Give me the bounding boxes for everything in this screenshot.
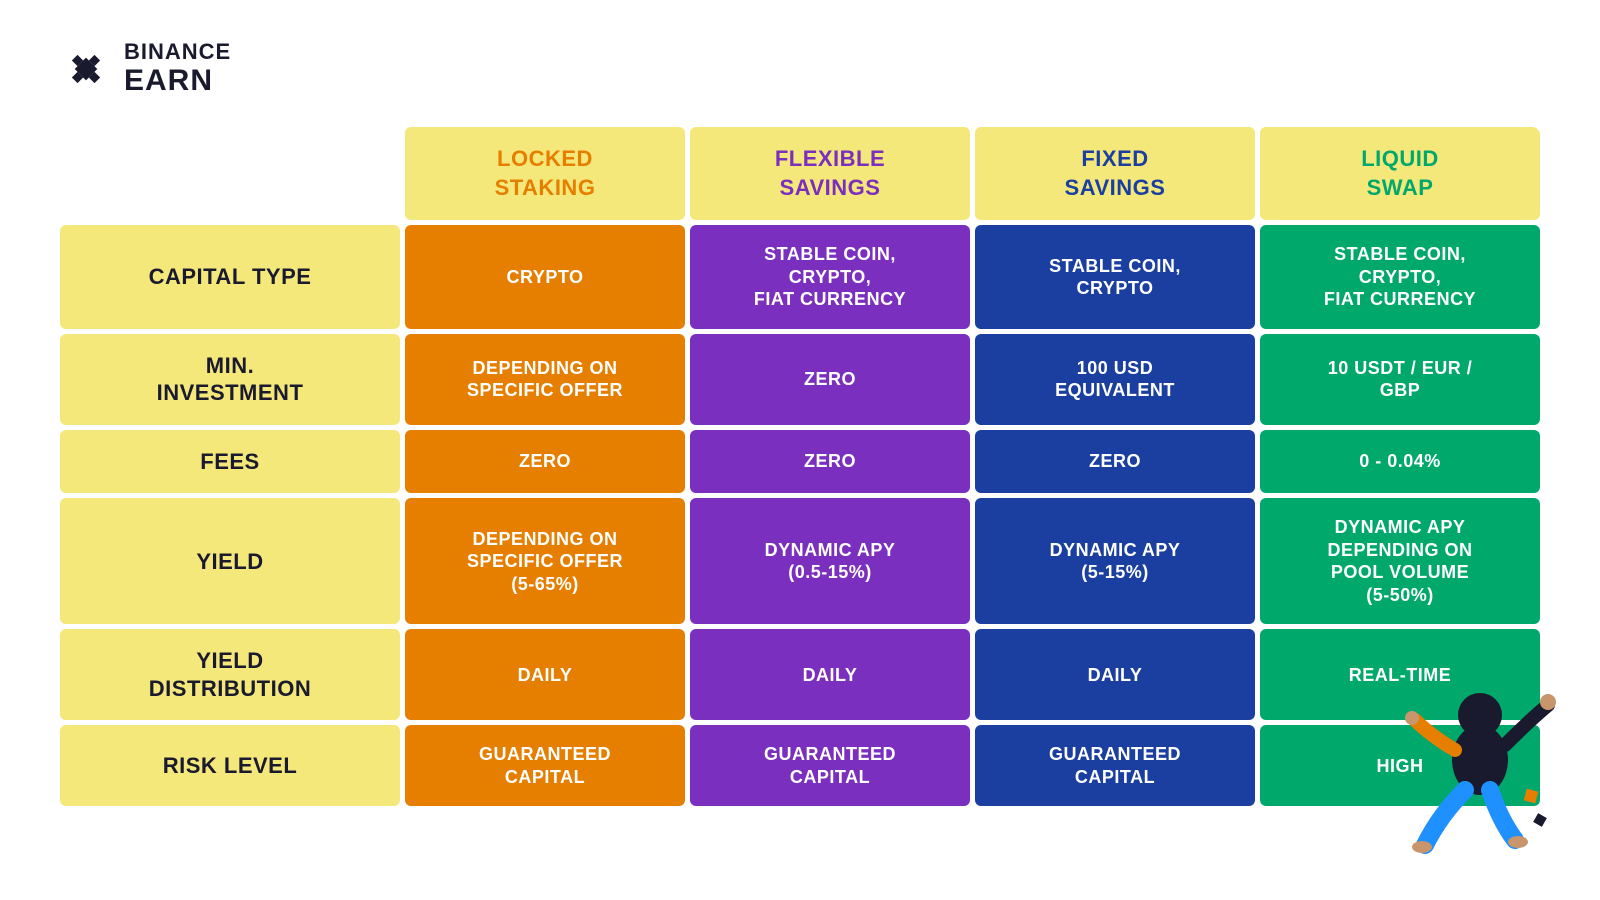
cell-row4-col0: DAILY bbox=[405, 629, 685, 720]
logo: BINANCE EARN bbox=[60, 40, 231, 97]
cell-row2-col2: ZERO bbox=[975, 430, 1255, 494]
header: BINANCE EARN bbox=[60, 40, 1540, 97]
row-label-5: RISK LEVEL bbox=[60, 725, 400, 806]
row-label-0: CAPITAL TYPE bbox=[60, 225, 400, 329]
character-figure bbox=[1400, 650, 1560, 870]
cell-row4-col2: DAILY bbox=[975, 629, 1255, 720]
cell-row2-col1: ZERO bbox=[690, 430, 970, 494]
comparison-table: LOCKED STAKINGFLEXIBLE SAVINGSFIXED SAVI… bbox=[60, 127, 1540, 860]
cell-row2-col3: 0 - 0.04% bbox=[1260, 430, 1540, 494]
cell-row3-col1: DYNAMIC APY (0.5-15%) bbox=[690, 498, 970, 624]
row-label-3: YIELD bbox=[60, 498, 400, 624]
cell-row2-col0: ZERO bbox=[405, 430, 685, 494]
cell-row4-col1: DAILY bbox=[690, 629, 970, 720]
cell-row1-col0: DEPENDING ON SPECIFIC OFFER bbox=[405, 334, 685, 425]
cell-row5-col0: GUARANTEED CAPITAL bbox=[405, 725, 685, 806]
row-label-4: YIELD DISTRIBUTION bbox=[60, 629, 400, 720]
cell-row3-col0: DEPENDING ON SPECIFIC OFFER (5-65%) bbox=[405, 498, 685, 624]
character-svg bbox=[1400, 650, 1560, 870]
page: BINANCE EARN LOCKED STAKINGFLEXIBLE SAVI… bbox=[0, 0, 1600, 900]
column-header-fixed: FIXED SAVINGS bbox=[975, 127, 1255, 220]
column-header-flexible: FLEXIBLE SAVINGS bbox=[690, 127, 970, 220]
logo-binance-label: BINANCE bbox=[124, 40, 231, 64]
cell-row5-col2: GUARANTEED CAPITAL bbox=[975, 725, 1255, 806]
cell-row1-col2: 100 USD EQUIVALENT bbox=[975, 334, 1255, 425]
cell-row3-col2: DYNAMIC APY (5-15%) bbox=[975, 498, 1255, 624]
logo-earn-label: EARN bbox=[124, 64, 231, 97]
cell-row1-col3: 10 USDT / EUR / GBP bbox=[1260, 334, 1540, 425]
column-header-liquid: LIQUID SWAP bbox=[1260, 127, 1540, 220]
row-label-2: FEES bbox=[60, 430, 400, 494]
empty-header-cell bbox=[60, 127, 400, 220]
cell-row0-col2: STABLE COIN, CRYPTO bbox=[975, 225, 1255, 329]
cell-row1-col1: ZERO bbox=[690, 334, 970, 425]
logo-text: BINANCE EARN bbox=[124, 40, 231, 97]
cell-row5-col1: GUARANTEED CAPITAL bbox=[690, 725, 970, 806]
binance-logo-icon bbox=[60, 43, 112, 95]
cell-row3-col3: DYNAMIC APY DEPENDING ON POOL VOLUME (5-… bbox=[1260, 498, 1540, 624]
cell-row0-col1: STABLE COIN, CRYPTO, FIAT CURRENCY bbox=[690, 225, 970, 329]
cell-row0-col0: CRYPTO bbox=[405, 225, 685, 329]
column-header-locked: LOCKED STAKING bbox=[405, 127, 685, 220]
cell-row0-col3: STABLE COIN, CRYPTO, FIAT CURRENCY bbox=[1260, 225, 1540, 329]
table-grid: LOCKED STAKINGFLEXIBLE SAVINGSFIXED SAVI… bbox=[60, 127, 1540, 806]
row-label-1: MIN. INVESTMENT bbox=[60, 334, 400, 425]
